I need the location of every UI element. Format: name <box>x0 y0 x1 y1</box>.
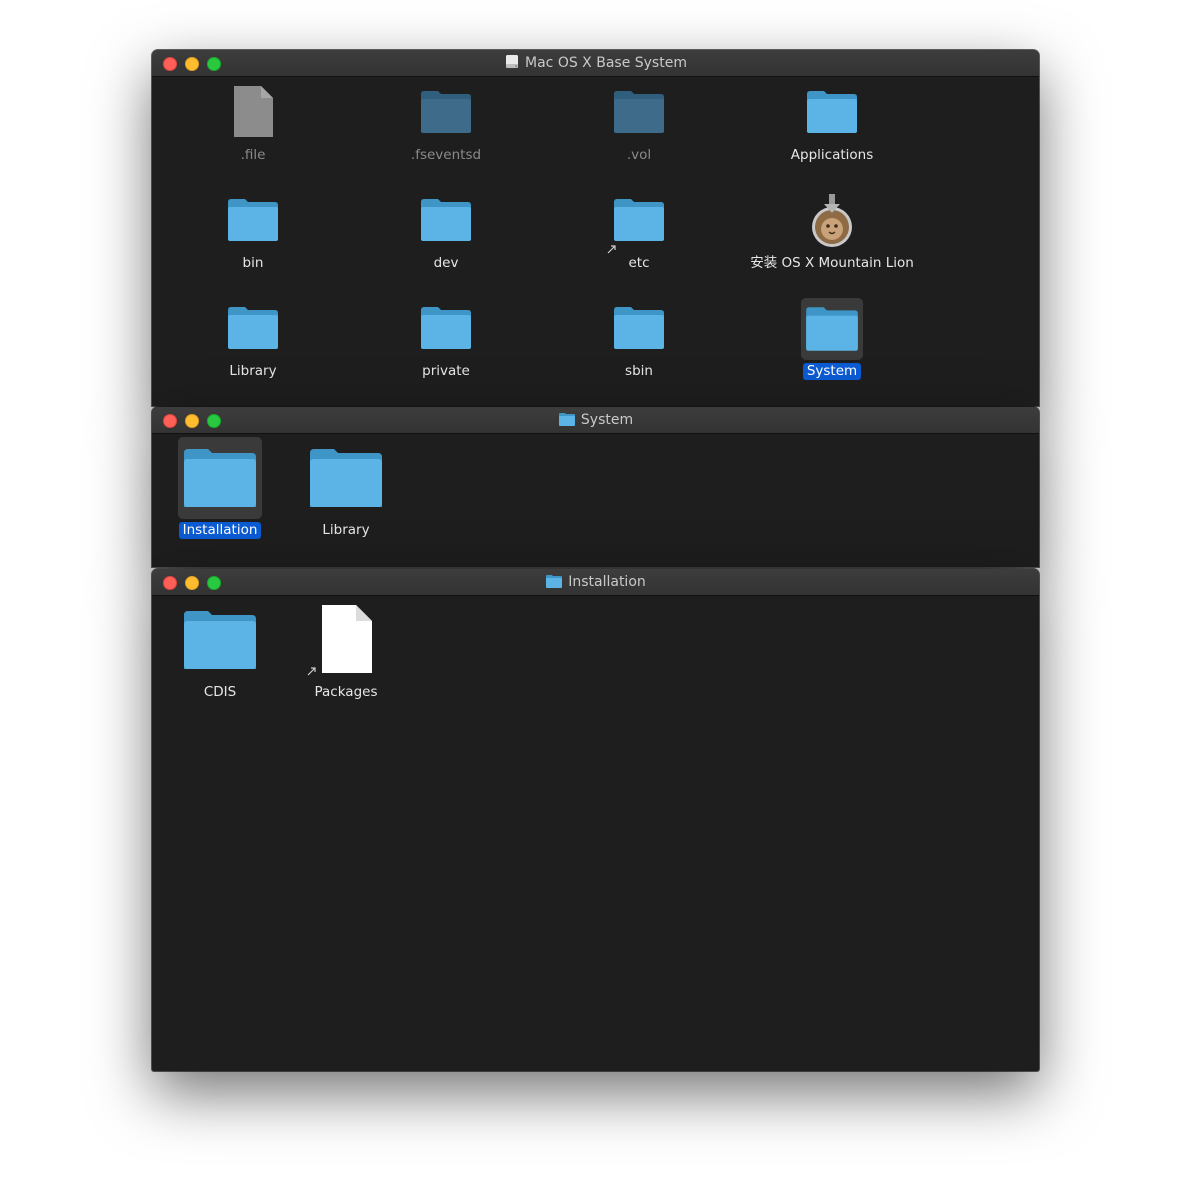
disk-icon <box>504 53 520 79</box>
item-library[interactable]: Library <box>163 300 343 380</box>
item-sbin[interactable]: sbin <box>549 300 729 380</box>
item-vol[interactable]: .vol <box>549 84 729 164</box>
title-bar[interactable]: Mac OS X Base System <box>152 50 1039 77</box>
document-alias-icon <box>304 599 388 681</box>
folder-icon <box>178 437 262 519</box>
folder-icon <box>609 300 669 360</box>
document-icon <box>223 84 283 144</box>
item-label: Applications <box>790 147 874 163</box>
item-label: etc <box>628 255 650 271</box>
item-label: Library <box>229 363 277 379</box>
item-fseventsd[interactable]: .fseventsd <box>356 84 536 164</box>
item-file[interactable]: .file <box>163 84 343 164</box>
item-label: System <box>802 363 862 380</box>
item-label: sbin <box>625 363 653 379</box>
folder-icon <box>416 84 476 144</box>
folder-icon <box>609 84 669 144</box>
item-label: CDIS <box>203 684 237 700</box>
folder-icon <box>416 300 476 360</box>
window-title: Installation <box>152 569 1039 595</box>
folder-icon <box>223 192 283 252</box>
folder-alias-icon <box>607 192 669 254</box>
item-packages[interactable]: Packages <box>256 599 436 701</box>
item-label: dev <box>433 255 459 271</box>
folder-icon <box>178 599 262 681</box>
item-library[interactable]: Library <box>256 437 436 539</box>
alias-arrow-icon <box>607 245 616 254</box>
folder-icon <box>558 410 576 436</box>
item-label: Library <box>322 522 370 538</box>
item-label: bin <box>242 255 264 271</box>
item-label: Packages <box>314 684 378 700</box>
alias-arrow-icon <box>307 667 316 676</box>
window-title-text: Installation <box>568 574 646 590</box>
title-bar[interactable]: System <box>152 407 1039 434</box>
finder-window-system[interactable]: System Installation Library <box>152 407 1039 567</box>
folder-icon <box>801 298 863 360</box>
folder-icon <box>304 437 388 519</box>
folder-icon <box>802 84 862 144</box>
item-label: Installation <box>178 522 262 539</box>
finder-window-installation[interactable]: Installation CDIS Packages <box>152 569 1039 1071</box>
window-title: System <box>152 407 1039 433</box>
title-bar[interactable]: Installation <box>152 569 1039 596</box>
mountain-lion-installer-icon <box>802 192 862 252</box>
window-title-text: System <box>580 412 634 428</box>
item-mountain-lion-installer[interactable]: 安装 OS X Mountain Lion <box>742 192 922 272</box>
item-system[interactable]: System <box>742 298 922 380</box>
item-label: .vol <box>626 147 652 163</box>
finder-window-base-system[interactable]: Mac OS X Base System .file .fseventsd .v… <box>152 50 1039 406</box>
item-label: private <box>422 363 470 379</box>
folder-icon <box>416 192 476 252</box>
item-applications[interactable]: Applications <box>742 84 922 164</box>
item-label: .file <box>240 147 266 163</box>
window-title: Mac OS X Base System <box>152 50 1039 76</box>
item-dev[interactable]: dev <box>356 192 536 272</box>
item-label: .fseventsd <box>410 147 482 163</box>
item-private[interactable]: private <box>356 300 536 380</box>
item-label: 安装 OS X Mountain Lion <box>750 255 914 271</box>
folder-icon <box>223 300 283 360</box>
item-etc[interactable]: etc <box>549 192 729 272</box>
folder-icon <box>545 572 563 598</box>
window-title-text: Mac OS X Base System <box>525 55 687 71</box>
item-bin[interactable]: bin <box>163 192 343 272</box>
